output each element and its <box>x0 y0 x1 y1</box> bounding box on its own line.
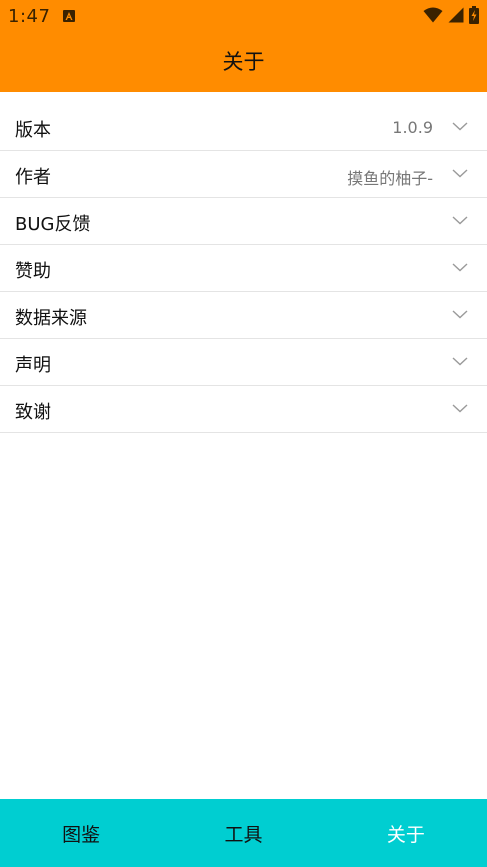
chevron-down-icon <box>452 169 468 178</box>
row-data-source[interactable]: 数据来源 <box>0 292 487 339</box>
status-bar: 1:47 <box>0 0 487 32</box>
chevron-down-icon <box>452 263 468 272</box>
row-value: 摸鱼的柚子- <box>347 169 433 188</box>
bottom-navigation: 图鉴 工具 关于 <box>0 799 487 867</box>
chevron-down-icon <box>452 310 468 319</box>
status-time: 1:47 <box>8 6 51 27</box>
chevron-down-icon <box>452 216 468 225</box>
row-version[interactable]: 版本 1.0.9 <box>0 104 487 151</box>
battery-charging-icon <box>469 6 479 24</box>
status-icons <box>423 6 479 24</box>
wifi-icon <box>423 7 443 23</box>
row-thanks[interactable]: 致谢 <box>0 386 487 433</box>
row-label: 致谢 <box>15 402 51 423</box>
cellular-signal-icon <box>448 7 464 23</box>
row-label: 版本 <box>15 120 51 141</box>
settings-list: 版本 1.0.9 作者 摸鱼的柚子- BUG反馈 赞助 数据来源 声明 致谢 <box>0 104 487 433</box>
row-label: 作者 <box>15 167 51 188</box>
row-label: 声明 <box>15 355 51 376</box>
nav-tab-tools[interactable]: 工具 <box>162 799 324 867</box>
accessibility-app-icon <box>63 10 75 22</box>
row-bug-feedback[interactable]: BUG反馈 <box>0 198 487 245</box>
chevron-down-icon <box>452 357 468 366</box>
row-author[interactable]: 作者 摸鱼的柚子- <box>0 151 487 198</box>
row-sponsor[interactable]: 赞助 <box>0 245 487 292</box>
row-label: 数据来源 <box>15 308 87 329</box>
nav-tab-about[interactable]: 关于 <box>325 799 487 867</box>
row-label: 赞助 <box>15 261 51 282</box>
app-screen: 1:47 关于 版本 1.0.9 作者 摸鱼的柚子- BUG反馈 赞助 数据来源… <box>0 0 487 867</box>
app-header: 1:47 关于 <box>0 0 487 92</box>
page-title: 关于 <box>222 50 265 74</box>
row-label: BUG反馈 <box>15 214 91 235</box>
nav-tab-encyclopedia[interactable]: 图鉴 <box>0 799 162 867</box>
row-statement[interactable]: 声明 <box>0 339 487 386</box>
chevron-down-icon <box>452 122 468 131</box>
row-value: 1.0.9 <box>392 118 433 137</box>
chevron-down-icon <box>452 404 468 413</box>
